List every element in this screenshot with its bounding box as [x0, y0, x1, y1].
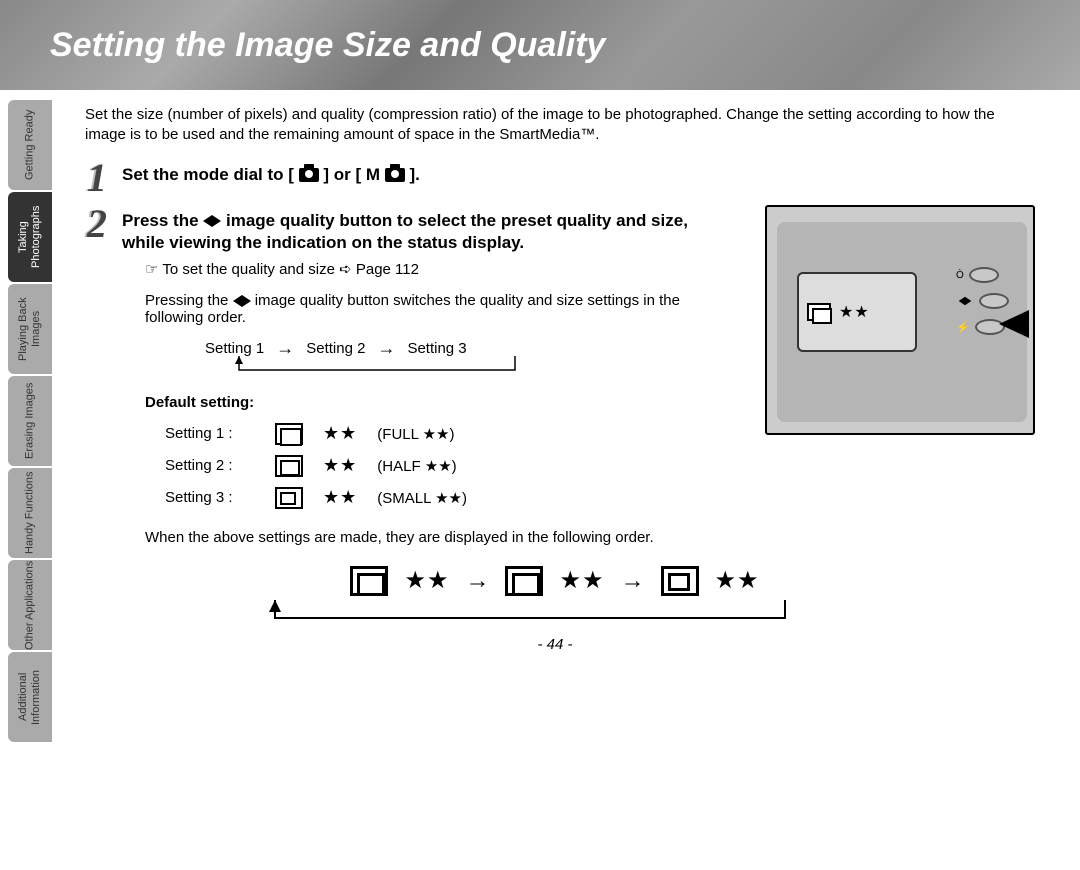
setting-1-stars: ★★ — [323, 423, 357, 444]
stars-icon: ★★ — [715, 566, 760, 595]
table-row: Setting 3 : ★★ (SMALL ★★) — [165, 487, 1025, 509]
icon-flow: ★★ → ★★ → ★★ — [205, 566, 905, 596]
half-size-icon — [275, 455, 303, 477]
camera-icon — [299, 168, 319, 182]
camera-timer-btn: Ò — [956, 267, 1009, 283]
camera-quality-btn — [956, 293, 1009, 309]
setting-1-label: Setting 1 : — [165, 425, 255, 442]
setting-3-desc: (SMALL ★★) — [377, 489, 467, 507]
feedback-line-2 — [255, 600, 855, 630]
setting-1-desc: (FULL ★★) — [377, 425, 454, 443]
step-1-number: 11 — [85, 158, 107, 198]
quality-button-icon — [203, 215, 221, 227]
full-size-icon — [275, 423, 303, 445]
display-order-text: When the above settings are made, they a… — [145, 529, 945, 546]
arrow-icon: → — [621, 567, 645, 595]
setting-2-stars: ★★ — [323, 455, 357, 476]
step-1-after: ]. — [409, 165, 419, 184]
table-row: Setting 2 : ★★ (HALF ★★) — [165, 455, 1025, 477]
tab-handy[interactable]: Handy Functions — [8, 468, 52, 558]
page-title: Setting the Image Size and Quality — [50, 26, 605, 65]
quality-button-icon — [233, 295, 251, 307]
flow-setting-2: Setting 2 — [306, 340, 365, 357]
switch-order-text: Pressing the image quality button switch… — [145, 292, 725, 326]
step-1-mid: ] or [ M — [323, 165, 380, 184]
step-1: 11 Set the mode dial to [ ] or [ M ]. — [85, 158, 1025, 198]
tab-additional[interactable]: Additional Information — [8, 652, 52, 742]
small-size-icon — [661, 566, 699, 596]
step-1-text: Set the mode dial to [ ] or [ M ]. — [122, 158, 420, 186]
flow-setting-3: Setting 3 — [407, 340, 466, 357]
tab-getting-ready[interactable]: Getting Ready — [8, 100, 52, 190]
stars-icon: ★★ — [404, 566, 449, 595]
settings-table: Setting 1 : ★★ (FULL ★★) Setting 2 : ★★ … — [165, 423, 1025, 509]
tab-playing-back[interactable]: Playing Back Images — [8, 284, 52, 374]
lcd-stars: ★★ — [839, 302, 870, 322]
tab-other[interactable]: Other Applications — [8, 560, 52, 650]
feedback-line — [205, 356, 535, 381]
tab-taking-photographs[interactable]: Taking Photographs — [8, 192, 52, 282]
camera-illustration: ★★ Ò ⚡ — [765, 205, 1035, 435]
camera-body: ★★ Ò ⚡ — [777, 222, 1027, 422]
flow-setting-1: Setting 1 — [205, 340, 264, 357]
tab-erasing[interactable]: Erasing Images — [8, 376, 52, 466]
small-size-icon — [275, 487, 303, 509]
setting-3-stars: ★★ — [323, 487, 357, 508]
lcd-size-icon — [807, 303, 831, 321]
intro-text: Set the size (number of pixels) and qual… — [85, 105, 1025, 146]
pointer-arrow-icon — [999, 310, 1029, 338]
step-2-text: Press the image quality button to select… — [122, 204, 702, 254]
camera-icon-m — [385, 168, 405, 182]
stars-icon: ★★ — [559, 566, 604, 595]
setting-3-label: Setting 3 : — [165, 489, 255, 506]
side-tabs: Getting Ready Taking Photographs Playing… — [8, 100, 52, 742]
full-size-icon — [350, 566, 388, 596]
setting-2-desc: (HALF ★★) — [377, 457, 456, 475]
step-2-number: 22 — [85, 204, 107, 244]
note-ref: ☞ To set the quality and size ➪ Page 112 — [145, 260, 725, 278]
page-number: - 44 - — [85, 636, 1025, 653]
half-size-icon — [505, 566, 543, 596]
page-header: Setting the Image Size and Quality — [0, 0, 1080, 90]
arrow-icon: → — [465, 567, 489, 595]
setting-2-label: Setting 2 : — [165, 457, 255, 474]
step-1-before: Set the mode dial to [ — [122, 165, 299, 184]
camera-lcd: ★★ — [797, 272, 917, 352]
